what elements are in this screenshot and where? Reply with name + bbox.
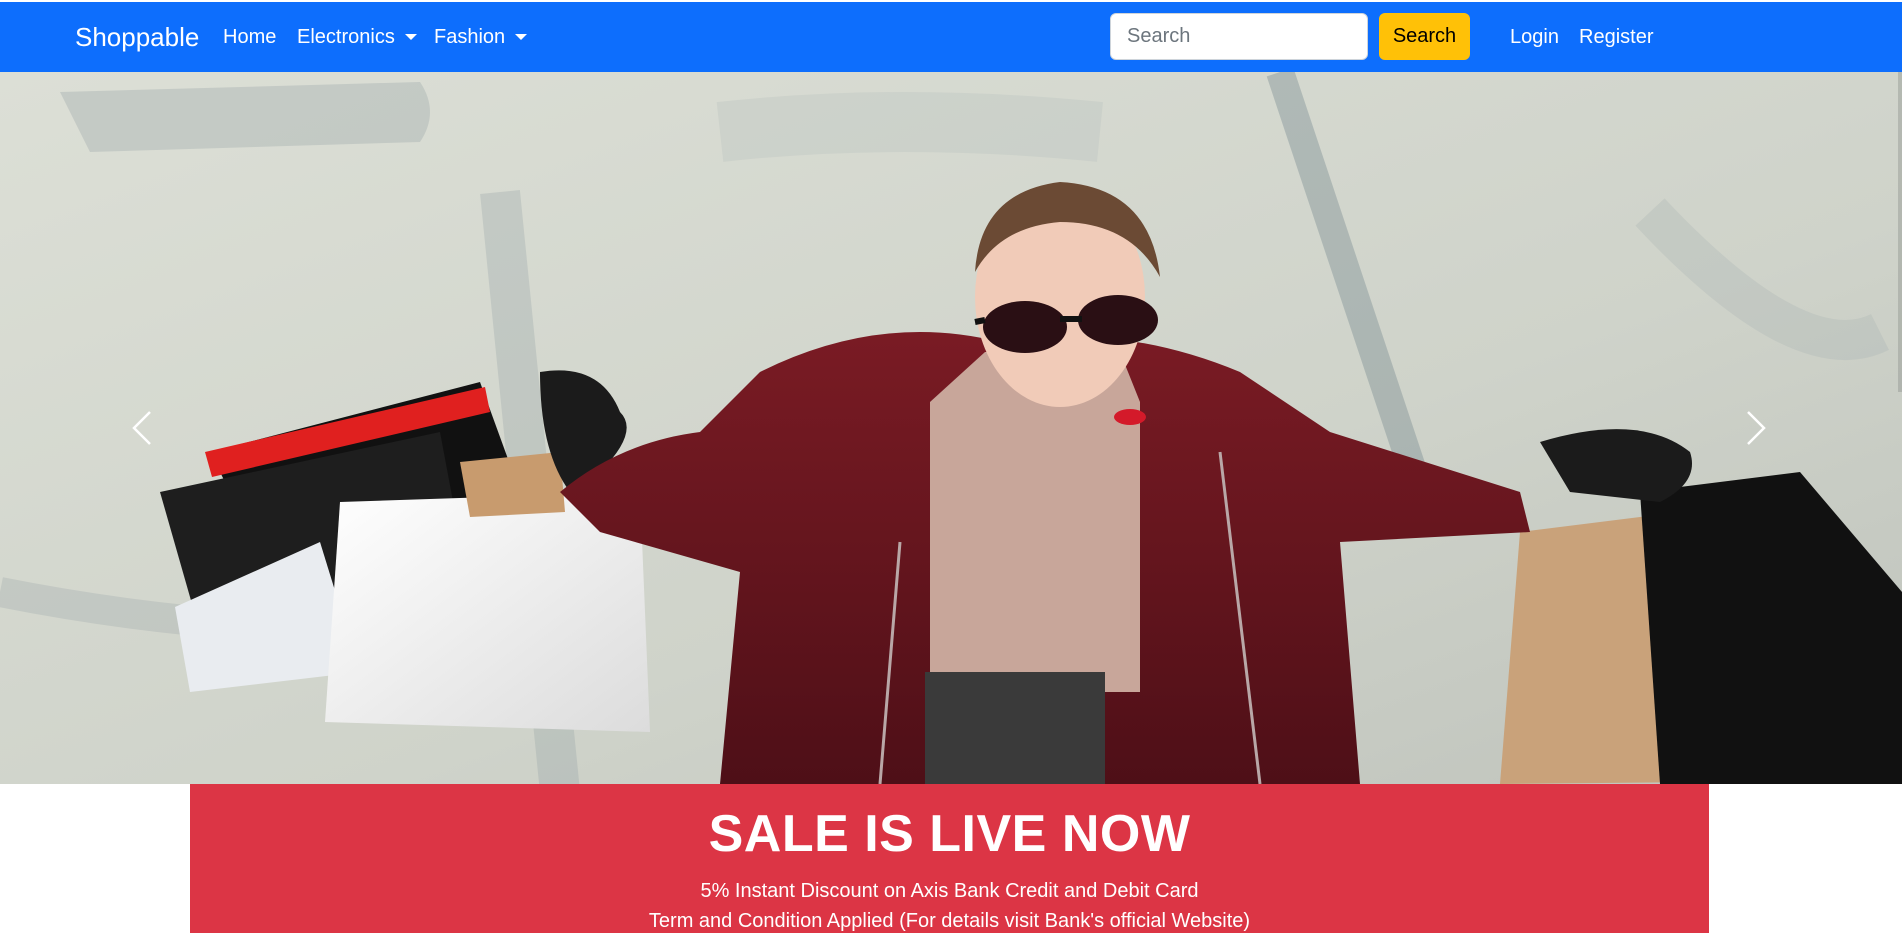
caret-down-icon bbox=[515, 34, 528, 40]
chevron-right-icon bbox=[1747, 411, 1766, 445]
carousel-next-button[interactable] bbox=[1726, 398, 1786, 458]
carousel-prev-button[interactable] bbox=[112, 398, 172, 458]
woman-with-shopping-bags-photo bbox=[0, 72, 1902, 784]
sale-banner: SALE IS LIVE NOW 5% Instant Discount on … bbox=[190, 784, 1709, 933]
register-link[interactable]: Register bbox=[1579, 27, 1653, 47]
nav-electronics-dropdown[interactable]: Electronics bbox=[297, 27, 417, 47]
search-input[interactable] bbox=[1110, 13, 1368, 60]
page: Shoppable Home Electronics Fashion Searc… bbox=[0, 0, 1902, 933]
navbar: Shoppable Home Electronics Fashion Searc… bbox=[0, 2, 1902, 72]
sale-terms-text: Term and Condition Applied (For details … bbox=[648, 910, 1251, 932]
chevron-left-icon bbox=[132, 411, 151, 445]
caret-down-icon bbox=[404, 34, 417, 40]
hero-carousel bbox=[0, 72, 1902, 784]
nav-fashion-label: Fashion bbox=[434, 26, 506, 48]
brand-logo[interactable]: Shoppable bbox=[75, 24, 199, 50]
nav-electronics-label: Electronics bbox=[297, 26, 395, 48]
search-button[interactable]: Search bbox=[1379, 13, 1470, 60]
nav-home-link[interactable]: Home bbox=[223, 27, 276, 47]
sale-offer-text: 5% Instant Discount on Axis Bank Credit … bbox=[700, 880, 1199, 902]
scrollbar[interactable] bbox=[1898, 72, 1902, 392]
sale-title: SALE IS LIVE NOW bbox=[708, 805, 1191, 863]
login-link[interactable]: Login bbox=[1510, 27, 1559, 47]
nav-fashion-dropdown[interactable]: Fashion bbox=[434, 26, 528, 48]
